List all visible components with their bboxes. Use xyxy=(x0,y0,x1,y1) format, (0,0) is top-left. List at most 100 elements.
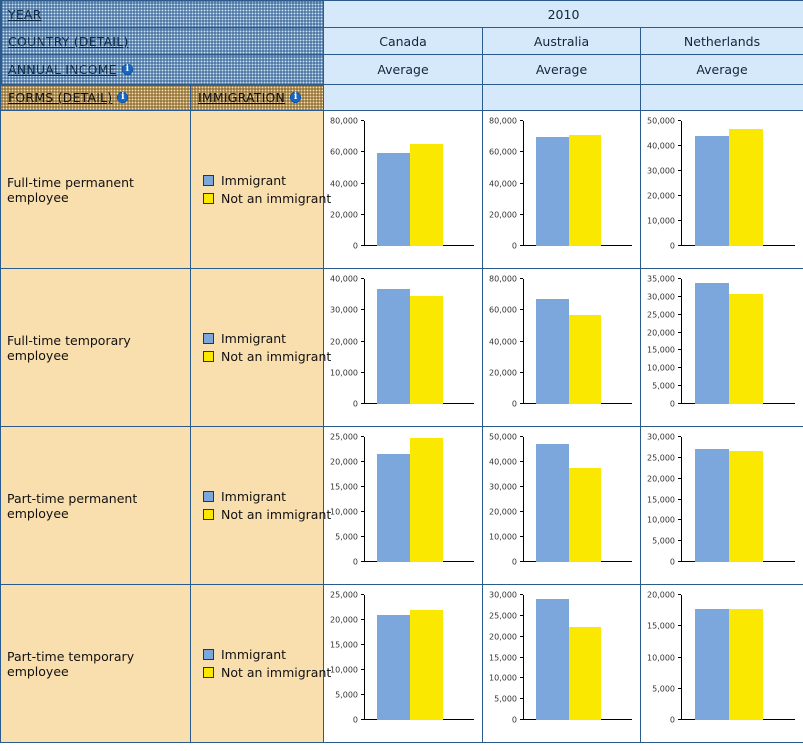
y-tick-label: 30,000 xyxy=(489,482,518,492)
bar-not-immigrant[interactable] xyxy=(568,627,602,720)
chart-cell[interactable]: 0 10,000 20,000 30,000 40,000 50,000 xyxy=(640,110,803,269)
y-tick-label: 15,000 xyxy=(647,345,676,355)
info-icon[interactable] xyxy=(290,91,302,103)
bar-chart[interactable]: 0 20,000 40,000 60,000 80,000 xyxy=(483,269,640,426)
bar-group xyxy=(523,437,632,562)
bar-chart[interactable]: 0 20,000 40,000 60,000 80,000 xyxy=(324,111,482,268)
legend-swatch-icon xyxy=(203,351,214,362)
y-tick-label: 20,000 xyxy=(330,615,359,625)
dimension-cell-immigration[interactable]: IMMIGRATION xyxy=(189,84,325,111)
bar-not-immigrant[interactable] xyxy=(410,143,444,246)
column-header-year: 2010 xyxy=(323,0,803,28)
bar-chart[interactable]: 0 5,000 10,000 15,000 20,000 25,000 30,000 xyxy=(641,427,803,584)
y-tick-label: 60,000 xyxy=(330,147,359,157)
bar-immigrant[interactable] xyxy=(377,289,411,404)
plot-area xyxy=(681,595,795,720)
bar-not-immigrant[interactable] xyxy=(728,609,763,720)
y-axis-ticks: 0 10,000 20,000 30,000 40,000 50,000 xyxy=(641,117,682,251)
y-tick-label: 10,000 xyxy=(489,532,518,542)
info-icon[interactable] xyxy=(117,91,129,103)
info-icon[interactable] xyxy=(121,63,133,75)
country-label-netherlands: Netherlands xyxy=(683,33,761,49)
bar-immigrant[interactable] xyxy=(536,136,569,246)
measure-header-netherlands: Average xyxy=(640,54,803,85)
y-tick-label: 0 xyxy=(352,241,359,251)
bar-not-immigrant[interactable] xyxy=(728,294,763,404)
dimension-cell-country[interactable]: COUNTRY (DETAIL) xyxy=(0,27,325,55)
bar-chart[interactable]: 0 20,000 40,000 60,000 80,000 xyxy=(483,111,640,268)
bar-immigrant[interactable] xyxy=(694,282,729,404)
dimension-cell-forms[interactable]: FORMS (DETAIL) xyxy=(0,84,191,111)
legend-label: Immigrant xyxy=(221,173,287,188)
y-tick-label: 25,000 xyxy=(489,611,518,621)
y-tick-label: 10,000 xyxy=(330,368,359,378)
bar-immigrant[interactable] xyxy=(694,449,729,562)
chart-cell[interactable]: 0 20,000 40,000 60,000 80,000 xyxy=(323,110,484,269)
y-tick-label: 40,000 xyxy=(330,274,359,284)
bar-not-immigrant[interactable] xyxy=(728,451,763,562)
y-tick-label: 20,000 xyxy=(647,191,676,201)
bar-chart[interactable]: 0 10,000 20,000 30,000 40,000 xyxy=(324,269,482,426)
dimension-cell-year[interactable]: YEAR xyxy=(0,0,325,28)
dimension-label-annual-income[interactable]: ANNUAL INCOME xyxy=(8,62,117,77)
bar-chart[interactable]: 0 5,000 10,000 15,000 20,000 25,000 xyxy=(324,427,482,584)
chart-cell[interactable]: 0 5,000 10,000 15,000 20,000 25,000 xyxy=(323,584,484,743)
chart-cell[interactable]: 0 5,000 10,000 15,000 20,000 25,000 xyxy=(323,426,484,585)
bar-chart[interactable]: 0 5,000 10,000 15,000 20,000 25,000 xyxy=(324,585,482,742)
plot-area xyxy=(681,121,795,246)
bar-chart[interactable]: 0 5,000 10,000 15,000 20,000 25,000 30,000 xyxy=(483,585,640,742)
bar-not-immigrant[interactable] xyxy=(410,438,444,562)
chart-cell[interactable]: 0 5,000 10,000 15,000 20,000 25,000 30,000 xyxy=(482,584,642,743)
y-tick-label: 10,000 xyxy=(647,216,676,226)
bar-not-immigrant[interactable] xyxy=(568,468,602,562)
table-row: Part-time permanent employee Immigrant N… xyxy=(0,426,803,585)
bar-not-immigrant[interactable] xyxy=(410,296,444,404)
legend-label: Not an immigrant xyxy=(221,191,332,206)
chart-cell[interactable]: 0 5,000 10,000 15,000 20,000 xyxy=(640,584,803,743)
chart-cell[interactable]: 0 10,000 20,000 30,000 40,000 50,000 xyxy=(482,426,642,585)
chart-cell[interactable]: 0 5,000 10,000 15,000 20,000 25,000 30,000 35,0… xyxy=(640,268,803,427)
dimension-label-year[interactable]: YEAR xyxy=(8,7,42,22)
bar-not-immigrant[interactable] xyxy=(568,135,602,246)
header-row-year: YEAR 2010 xyxy=(0,0,803,28)
chart-cell[interactable]: 0 5,000 10,000 15,000 20,000 25,000 30,000 xyxy=(640,426,803,585)
bar-immigrant[interactable] xyxy=(536,298,569,404)
dimension-cell-annual-income[interactable]: ANNUAL INCOME xyxy=(0,54,325,85)
header-row-country: COUNTRY (DETAIL) Canada Australia Nether… xyxy=(0,27,803,55)
column-header-australia: Australia xyxy=(482,27,642,55)
chart-cell[interactable]: 0 10,000 20,000 30,000 40,000 xyxy=(323,268,484,427)
y-tick-label: 10,000 xyxy=(330,665,359,675)
bar-chart[interactable]: 0 10,000 20,000 30,000 40,000 50,000 xyxy=(641,111,803,268)
bar-immigrant[interactable] xyxy=(377,615,411,720)
bar-immigrant[interactable] xyxy=(377,153,411,246)
bar-immigrant[interactable] xyxy=(377,453,411,562)
bar-not-immigrant[interactable] xyxy=(410,610,444,720)
y-tick-label: 5,000 xyxy=(652,684,676,694)
column-header-netherlands: Netherlands xyxy=(640,27,803,55)
bar-group xyxy=(681,437,795,562)
dimension-label-country[interactable]: COUNTRY (DETAIL) xyxy=(8,34,129,49)
y-axis-ticks: 0 5,000 10,000 15,000 20,000 25,000 xyxy=(324,433,365,567)
bar-chart[interactable]: 0 5,000 10,000 15,000 20,000 25,000 30,000 35,0… xyxy=(641,269,803,426)
row-label: Part-time permanent employee xyxy=(7,490,138,521)
y-axis-ticks: 0 5,000 10,000 15,000 20,000 25,000 xyxy=(324,591,365,725)
bar-group xyxy=(681,279,795,404)
plot-area xyxy=(523,437,632,562)
chart-cell[interactable]: 0 20,000 40,000 60,000 80,000 xyxy=(482,268,642,427)
dimension-label-immigration[interactable]: IMMIGRATION xyxy=(198,90,285,105)
bar-chart[interactable]: 0 10,000 20,000 30,000 40,000 50,000 xyxy=(483,427,640,584)
bar-immigrant[interactable] xyxy=(536,443,569,562)
plot-area xyxy=(364,279,474,404)
pivot-body: YEAR 2010 COUNTRY (DETAIL) Canada Austra… xyxy=(0,0,803,743)
plot-area xyxy=(364,595,474,720)
bar-immigrant[interactable] xyxy=(536,599,569,720)
bar-chart[interactable]: 0 5,000 10,000 15,000 20,000 xyxy=(641,585,803,742)
bar-immigrant[interactable] xyxy=(694,608,729,720)
dimension-label-forms[interactable]: FORMS (DETAIL) xyxy=(8,90,112,105)
bar-immigrant[interactable] xyxy=(694,136,729,246)
measure-header-australia: Average xyxy=(482,54,642,85)
y-tick-label: 80,000 xyxy=(330,116,359,126)
bar-not-immigrant[interactable] xyxy=(728,128,763,246)
chart-cell[interactable]: 0 20,000 40,000 60,000 80,000 xyxy=(482,110,642,269)
bar-not-immigrant[interactable] xyxy=(568,314,602,404)
